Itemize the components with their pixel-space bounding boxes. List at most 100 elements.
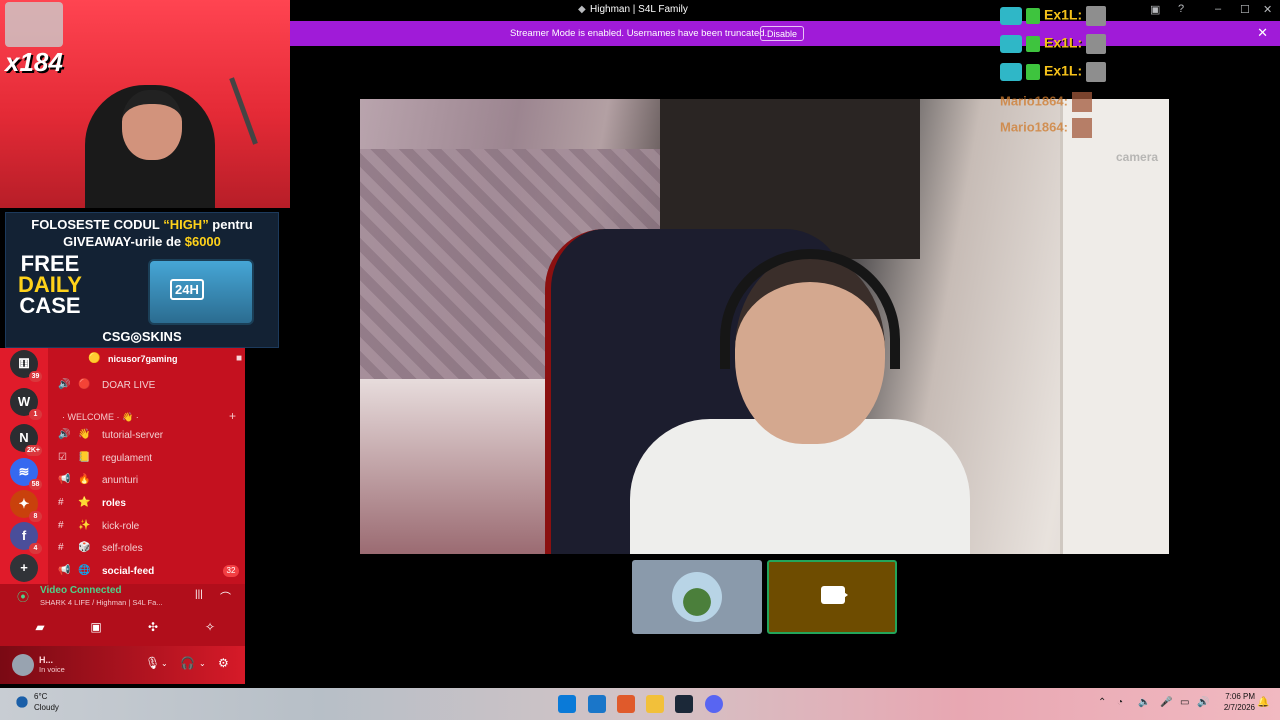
create-channel-icon[interactable]: + [229,409,236,423]
help-icon[interactable]: ? [1178,3,1184,15]
channel-item[interactable]: 📢 🌐 social-feed 32 [58,564,243,582]
display-icon[interactable]: ▭ [1180,697,1189,708]
case-icon: 24H [148,259,254,325]
window-titlebar: ◆ Highman | S4L Family – ☐ ✕ ▣ ? [290,0,1280,21]
webcam-badge: x184 [5,47,63,77]
channel-item[interactable]: # ✨ kick-role [58,519,243,537]
noise-suppression-icon[interactable]: ||| [195,589,203,600]
weather-icon[interactable] [12,692,32,712]
inbox-icon[interactable]: ▣ [1150,3,1160,16]
user-avatar[interactable] [12,654,34,676]
activities-icon[interactable]: ✣ [139,616,167,638]
voice-channel-name[interactable]: SHARK 4 LIFE / Highman | S4L Fa... [40,598,163,607]
streamer-mode-banner: Streamer Mode is enabled. Usernames have… [290,21,1280,46]
headphones-icon[interactable]: 🎧 [180,656,195,670]
close-window-button[interactable]: ✕ [1263,3,1272,16]
close-banner-button[interactable]: ✕ [1257,25,1268,41]
microphone-tray-icon[interactable]: 🎤 [1160,697,1172,708]
overlay-faded-alert: Mario1864: [1000,92,1092,112]
promo-brand: CSG◎SKINS [102,329,182,344]
unread-badge: 32 [223,565,239,577]
streamer-mode-message: Streamer Mode is enabled. Usernames have… [510,28,768,39]
robot-icon [1026,64,1040,80]
settings-gear-icon[interactable]: ⚙ [218,656,229,670]
clock-time[interactable]: 7:06 PM [1215,692,1255,701]
signal-icon: ⦿ [17,590,30,604]
add-server-button[interactable]: + [10,554,38,582]
streamer-webcam: x184 [0,0,290,208]
video-participant [620,249,980,554]
server-icon[interactable]: f4 [10,522,42,554]
screen-share-icon[interactable]: ▣ [82,616,110,638]
disconnect-icon[interactable]: ⌒ [220,589,231,605]
robot-icon [1026,36,1040,52]
maximize-button[interactable]: ☐ [1240,3,1250,16]
discord-app-icon: ◆ [578,4,586,15]
category-welcome[interactable]: · WELCOME · 👋 · [62,412,139,423]
server-icon[interactable]: ≋ 58 [10,458,42,490]
weather-condition: Cloudy [34,703,59,712]
chevron-down-icon[interactable]: ⌄ [161,659,168,668]
volume-icon[interactable]: 🔊 [1197,697,1209,708]
welcome-channels: 🔊 👋 tutorial-server ☑ 📒 regulament 📢 🔥 anuntur… [48,426,245,584]
soundboard-icon[interactable]: ✧ [196,616,224,638]
network-app-icon[interactable]: ◔ [1117,697,1123,708]
overlay-alert: Ex1L: [1000,62,1107,84]
discord-icon[interactable] [705,695,723,713]
voice-user-row[interactable]: 🟡 nicusor7gaming ■ [58,352,243,370]
windows-taskbar: 6°C Cloudy ⌃ ◔ 🔈 🎤 ▭ 🔊 7:06 PM 2/7/2026 … [0,688,1280,720]
brave-browser-icon[interactable] [617,695,635,713]
clock-date[interactable]: 2/7/2026 [1210,703,1255,712]
user-panel: H... In voice 🎙 ⌄ 🎧 ⌄ ⚙ [0,646,245,684]
headset-icon [720,249,900,369]
minimize-button[interactable]: – [1215,3,1221,15]
face-icon [1086,62,1107,82]
channel-doar-live[interactable]: 🔊 🔴 DOAR LIVE [58,378,243,396]
channel-item[interactable]: # ⭐ roles [58,496,243,514]
face-icon [1071,92,1092,112]
file-explorer-icon[interactable] [646,695,664,713]
promo-line-1: FOLOSESTE CODUL “HIGH” pentru [31,217,253,232]
disable-streamer-mode-button[interactable]: Disable [760,26,805,41]
voice-connection-panel: ⦿ Video Connected SHARK 4 LIFE / Highman… [0,584,245,646]
promo-free-daily-case: FREE DAILY CASE [18,251,82,318]
screen: ◆ Highman | S4L Family – ☐ ✕ ▣ ? Streame… [0,0,1280,720]
steam-icon[interactable] [675,695,693,713]
participant-avatar [672,572,722,622]
microphone-arm [229,65,290,145]
microphone-icon[interactable]: 🎙 [145,656,160,670]
server-icon[interactable]: ⚅ 39 [10,350,42,382]
robot-icon [1026,8,1040,24]
camera-toggle-icon[interactable]: ▰ [26,616,54,638]
main-video-feed[interactable] [360,99,1169,554]
task-view-icon[interactable] [588,695,606,713]
server-icon[interactable]: W1 [10,388,42,420]
server-icon[interactable]: N 2K+ [10,424,42,456]
channel-emoji: 🔴 [78,379,91,390]
bg-logo-icon [1000,63,1022,81]
server-icon[interactable]: ✦ 8 [10,490,42,522]
streamer-head [122,90,182,160]
chevron-down-icon[interactable]: ⌄ [199,659,206,668]
participant-tile-avatar[interactable] [632,560,762,634]
voice-status: Video Connected [40,585,122,596]
participant-tile-camera[interactable] [767,560,897,634]
face-icon [1086,6,1107,26]
channel-item[interactable]: ☑ 📒 regulament [58,451,243,469]
speaker-icon[interactable]: 🔈 [1138,697,1150,708]
channel-logo [5,2,63,47]
tray-overflow-icon[interactable]: ⌃ [1098,697,1106,708]
camera-icon [821,586,848,604]
overlay-faded-alert: Mario1864: [1000,118,1092,138]
video-icon: ■ [236,353,243,364]
overlay-camera-ghost: camera [1116,150,1159,164]
user-status: In voice [39,665,65,674]
start-menu-icon[interactable] [558,695,576,713]
notifications-icon[interactable]: 🔔 [1257,697,1269,708]
channel-item[interactable]: # 🎲 self-roles [58,541,243,559]
bg-logo-icon [1000,7,1022,25]
channel-item[interactable]: 🔊 👋 tutorial-server [58,428,243,446]
overlay-alert: Ex1L: [1000,6,1107,28]
channel-item[interactable]: 📢 🔥 anunturi [58,473,243,491]
promo-line-2: GIVEAWAY-urile de $6000 [63,234,221,249]
